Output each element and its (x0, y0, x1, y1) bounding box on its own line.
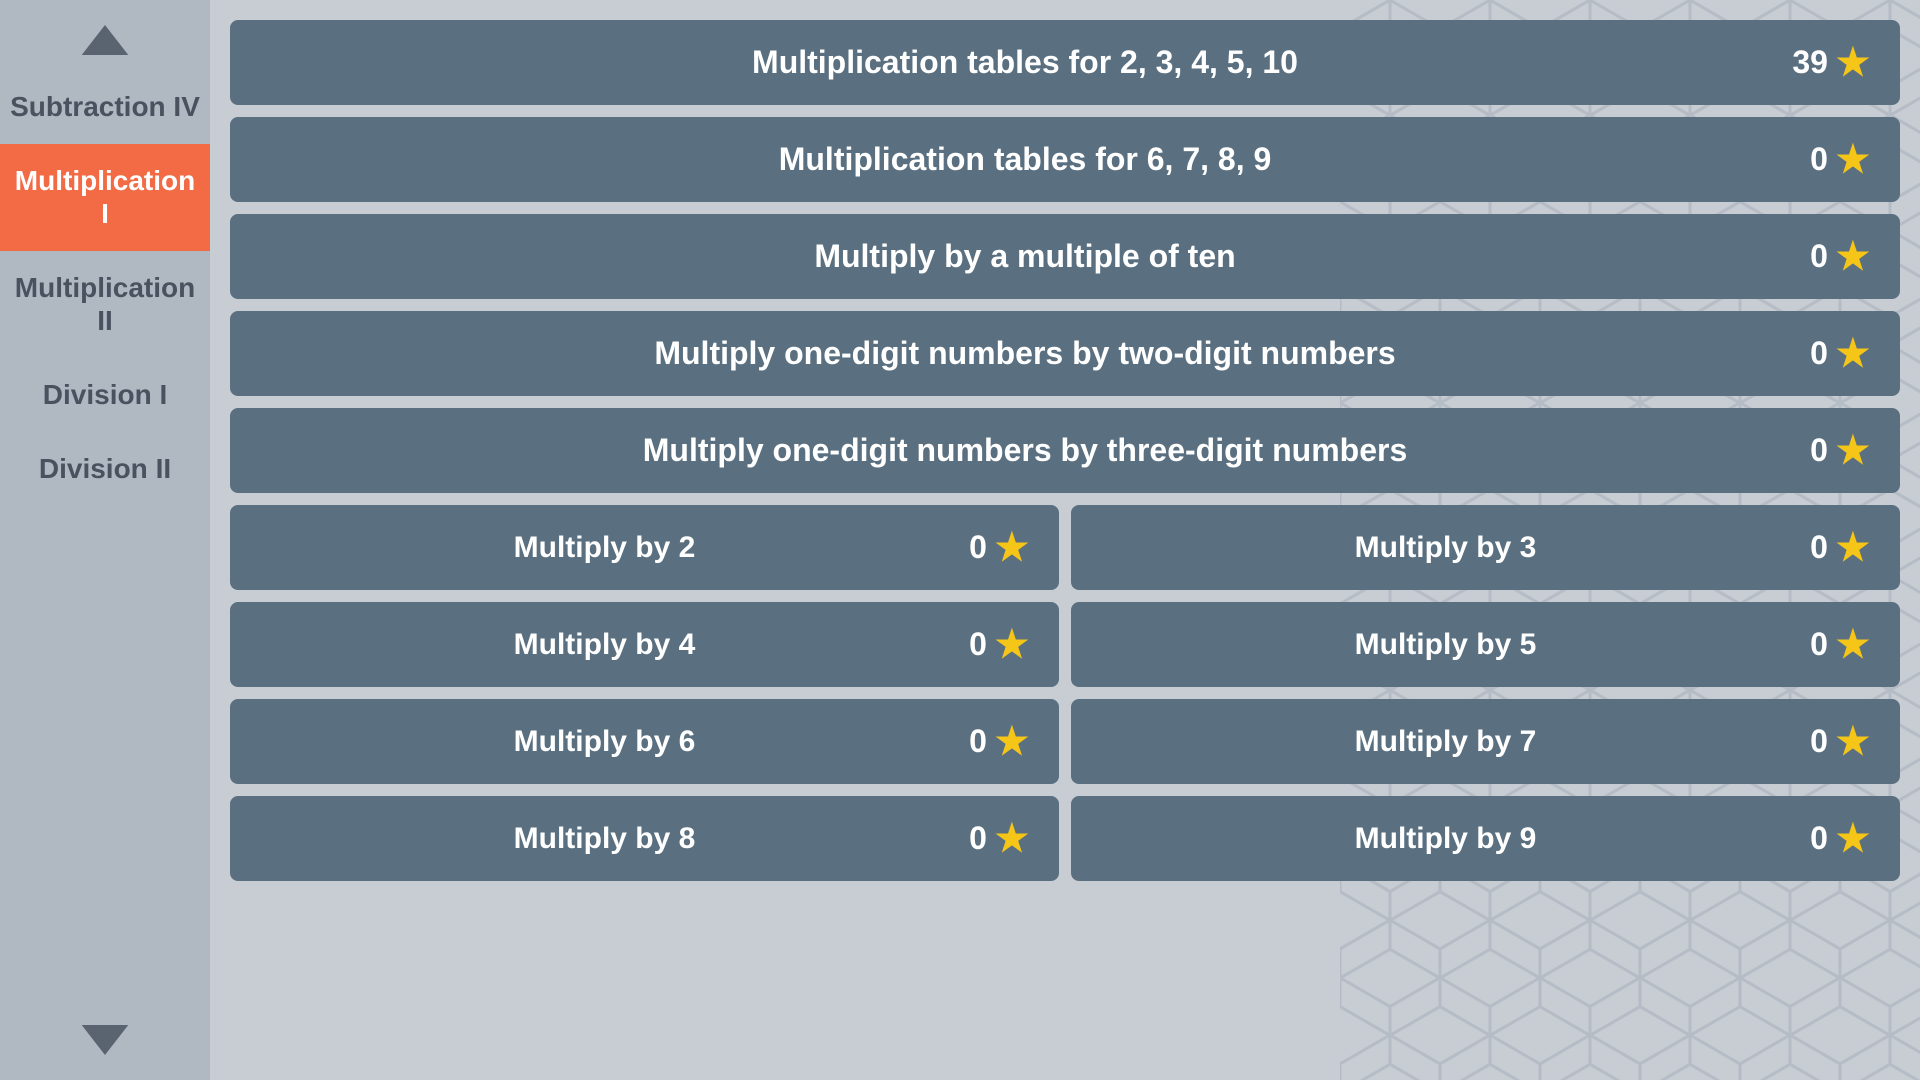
topic-score: 0 ★ (949, 719, 1029, 764)
topic-label: Multiplication tables for 6, 7, 8, 9 (260, 141, 1790, 178)
topic-score: 0 ★ (1790, 816, 1870, 861)
multiply-by-3[interactable]: Multiply by 3 0 ★ (1071, 505, 1900, 590)
topic-score: 0 ★ (1790, 331, 1870, 376)
sidebar-item-division-i[interactable]: Division I (0, 358, 210, 432)
topic-label: Multiply one-digit numbers by two-digit … (260, 335, 1790, 372)
star-icon: ★ (1836, 525, 1870, 570)
scroll-down-button[interactable] (75, 1015, 135, 1065)
star-icon: ★ (995, 525, 1029, 570)
topic-label: Multiplication tables for 2, 3, 4, 5, 10 (260, 44, 1790, 81)
multiply-by-2[interactable]: Multiply by 2 0 ★ (230, 505, 1059, 590)
topic-label: Multiply by 7 (1101, 725, 1790, 759)
multiply-by-9[interactable]: Multiply by 9 0 ★ (1071, 796, 1900, 881)
pair-row-1: Multiply by 2 0 ★ Multiply by 3 0 ★ (230, 505, 1900, 590)
topic-mult-one-two[interactable]: Multiply one-digit numbers by two-digit … (230, 311, 1900, 396)
sidebar-item-multiplication-ii[interactable]: Multiplication II (0, 251, 210, 358)
multiply-by-6[interactable]: Multiply by 6 0 ★ (230, 699, 1059, 784)
star-icon: ★ (1836, 428, 1870, 473)
topic-score: 0 ★ (949, 622, 1029, 667)
topic-mult-one-three[interactable]: Multiply one-digit numbers by three-digi… (230, 408, 1900, 493)
star-icon: ★ (995, 719, 1029, 764)
sidebar-item-subtraction-iv[interactable]: Subtraction IV (0, 70, 210, 144)
sidebar-item-division-ii[interactable]: Division II (0, 432, 210, 506)
pair-row-4: Multiply by 8 0 ★ Multiply by 9 0 ★ (230, 796, 1900, 881)
topic-score: 0 ★ (949, 816, 1029, 861)
star-icon: ★ (995, 816, 1029, 861)
multiply-by-8[interactable]: Multiply by 8 0 ★ (230, 796, 1059, 881)
topic-score: 0 ★ (1790, 719, 1870, 764)
star-icon: ★ (1836, 816, 1870, 861)
topic-score: 0 ★ (1790, 525, 1870, 570)
topic-label: Multiply by 5 (1101, 628, 1790, 662)
topic-score: 0 ★ (1790, 234, 1870, 279)
main-content: Multiplication tables for 2, 3, 4, 5, 10… (210, 0, 1920, 1080)
multiply-by-4[interactable]: Multiply by 4 0 ★ (230, 602, 1059, 687)
star-icon: ★ (1836, 622, 1870, 667)
topic-score: 0 ★ (1790, 622, 1870, 667)
star-icon: ★ (1836, 234, 1870, 279)
star-icon: ★ (1836, 137, 1870, 182)
sidebar-item-multiplication-i[interactable]: Multiplication I (0, 144, 210, 251)
scroll-up-button[interactable] (75, 15, 135, 65)
star-icon: ★ (1836, 331, 1870, 376)
topic-mult-multiple-ten[interactable]: Multiply by a multiple of ten 0 ★ (230, 214, 1900, 299)
multiply-by-7[interactable]: Multiply by 7 0 ★ (1071, 699, 1900, 784)
sidebar: Subtraction IV Multiplication I Multipli… (0, 0, 210, 1080)
star-icon: ★ (995, 622, 1029, 667)
topic-mult-2-3-4-5-10[interactable]: Multiplication tables for 2, 3, 4, 5, 10… (230, 20, 1900, 105)
multiply-by-5[interactable]: Multiply by 5 0 ★ (1071, 602, 1900, 687)
star-icon: ★ (1836, 719, 1870, 764)
topic-score: 0 ★ (949, 525, 1029, 570)
topic-score: 0 ★ (1790, 428, 1870, 473)
topic-label: Multiply by 4 (260, 628, 949, 662)
topic-label: Multiply by 6 (260, 725, 949, 759)
topic-label: Multiply by 3 (1101, 531, 1790, 565)
topic-score: 39 ★ (1790, 40, 1870, 85)
topic-label: Multiply by a multiple of ten (260, 238, 1790, 275)
pair-row-2: Multiply by 4 0 ★ Multiply by 5 0 ★ (230, 602, 1900, 687)
topic-label: Multiply by 2 (260, 531, 949, 565)
topic-mult-6-7-8-9[interactable]: Multiplication tables for 6, 7, 8, 9 0 ★ (230, 117, 1900, 202)
pair-row-3: Multiply by 6 0 ★ Multiply by 7 0 ★ (230, 699, 1900, 784)
topic-label: Multiply by 9 (1101, 822, 1790, 856)
topic-label: Multiply by 8 (260, 822, 949, 856)
topic-score: 0 ★ (1790, 137, 1870, 182)
topic-label: Multiply one-digit numbers by three-digi… (260, 432, 1790, 469)
star-icon: ★ (1836, 40, 1870, 85)
